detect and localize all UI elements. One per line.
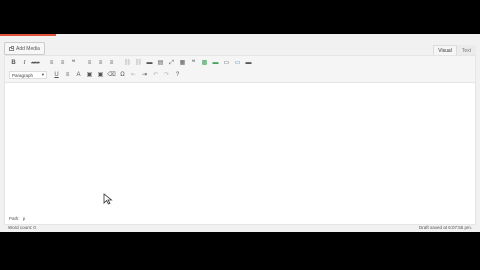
format-select[interactable]: Paragraph ▾	[9, 71, 47, 79]
align-center-icon[interactable]: ≡	[96, 59, 105, 68]
divider-icon[interactable]: ▬	[244, 59, 253, 68]
path-value[interactable]: p	[23, 216, 26, 221]
editor-toolbar: B I ABC ≡ ≡ ❝ ≡ ≡ ≡ ⛓ ⛓ ▬ ▤ ⤢ ▦ ❝ ▩ ▬ ▭ ▭ ▬ Paragraph ▾ U ≡ A ▣…	[5, 56, 475, 83]
indent-icon[interactable]: ⇥	[140, 71, 149, 80]
box-icon[interactable]: ▭	[233, 59, 242, 68]
format-select-value: Paragraph	[12, 72, 34, 78]
align-right-icon[interactable]: ≡	[107, 59, 116, 68]
strikethrough-icon[interactable]: ABC	[31, 59, 40, 68]
word-count: Word count: 0	[8, 225, 36, 230]
align-left-icon[interactable]: ≡	[85, 59, 94, 68]
editor-container: B I ABC ≡ ≡ ❝ ≡ ≡ ≡ ⛓ ⛓ ▬ ▤ ⤢ ▦ ❝ ▩ ▬ ▭ ▭ ▬ Paragraph ▾ U ≡ A ▣…	[4, 55, 476, 225]
table-icon[interactable]: ▦	[178, 59, 187, 68]
quote-icon[interactable]: ❝	[189, 59, 198, 68]
numbered-list-icon[interactable]: ≡	[58, 59, 67, 68]
bold-icon[interactable]: B	[9, 59, 18, 68]
outdent-icon[interactable]: ⇤	[129, 71, 138, 80]
media-icon	[9, 45, 14, 51]
toolbar-toggle-icon[interactable]: ▤	[156, 59, 165, 68]
draft-saved-notice: Draft saved at 6:07:55 pm.	[418, 225, 472, 230]
help-icon[interactable]: ?	[173, 71, 182, 80]
layout-icon[interactable]: ▭	[222, 59, 231, 68]
chevron-down-icon: ▾	[41, 72, 44, 77]
remove-link-icon[interactable]: ⛓	[134, 59, 143, 68]
clear-formatting-icon[interactable]: ⌫	[107, 71, 116, 80]
wordpress-editor-screen: Add Media Visual Text B I ABC ≡ ≡ ❝ ≡ ≡ ≡ ⛓ ⛓ ▬ ▤ ⤢ ▦ ❝…	[0, 34, 480, 232]
top-accent-bar	[0, 34, 56, 36]
post-status-info: Word count: 0 Draft saved at 6:07:55 pm.	[4, 225, 476, 232]
paste-as-text-icon[interactable]: ▣	[85, 71, 94, 80]
add-media-label: Add Media	[16, 45, 40, 52]
justify-icon[interactable]: ≡	[63, 71, 72, 80]
statusbar-path: Path: p	[9, 216, 27, 221]
add-media-button[interactable]: Add Media	[4, 42, 45, 55]
blockquote-icon[interactable]: ❝	[69, 59, 78, 68]
underline-icon[interactable]: U	[52, 71, 61, 80]
path-label: Path:	[9, 216, 20, 221]
gallery-icon[interactable]: ▩	[200, 59, 209, 68]
undo-icon[interactable]: ↶	[151, 71, 160, 80]
read-more-icon[interactable]: ▬	[145, 59, 154, 68]
insert-link-icon[interactable]: ⛓	[123, 59, 132, 68]
fullscreen-icon[interactable]: ⤢	[167, 59, 176, 68]
toolbar-row-2: Paragraph ▾ U ≡ A ▣ ▣ ⌫ Ω ⇤ ⇥ ↶ ↷?	[9, 70, 182, 80]
mouse-cursor-icon	[103, 193, 113, 205]
editor-content-area[interactable]: Path: p	[5, 83, 475, 224]
horizontal-rule-icon[interactable]: ▬	[211, 59, 220, 68]
toolbar-row-1: B I ABC ≡ ≡ ❝ ≡ ≡ ≡ ⛓ ⛓ ▬ ▤ ⤢ ▦ ❝ ▩ ▬ ▭ ▭ ▬	[9, 58, 253, 68]
special-character-icon[interactable]: Ω	[118, 71, 127, 80]
text-color-icon[interactable]: A	[74, 71, 83, 80]
bulleted-list-icon[interactable]: ≡	[47, 59, 56, 68]
redo-icon[interactable]: ↷	[162, 71, 171, 80]
paste-from-word-icon[interactable]: ▣	[96, 71, 105, 80]
italic-icon[interactable]: I	[20, 59, 29, 68]
